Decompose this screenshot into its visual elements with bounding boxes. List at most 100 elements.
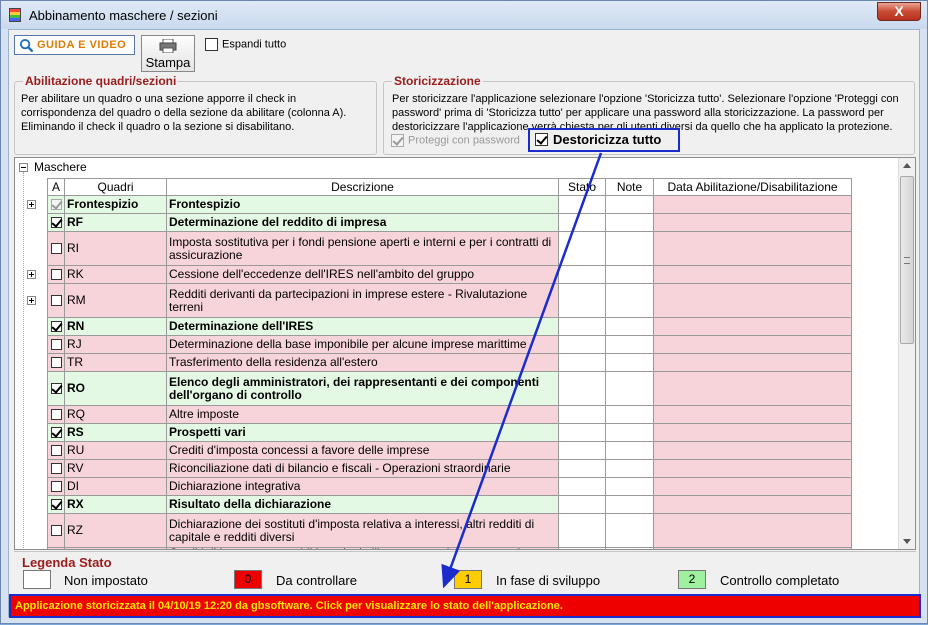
note-cell[interactable] (605, 231, 654, 266)
stato-cell[interactable] (558, 513, 606, 548)
stato-cell[interactable] (558, 371, 606, 406)
note-cell[interactable] (605, 265, 654, 284)
stato-cell[interactable] (558, 195, 606, 214)
note-cell[interactable] (605, 423, 654, 442)
table-row[interactable]: Frontespizio Frontespizio (27, 195, 852, 214)
stato-cell[interactable] (558, 547, 606, 549)
column-header[interactable]: Note (605, 178, 654, 196)
stato-cell[interactable] (558, 283, 606, 318)
row-check-cell[interactable] (47, 459, 65, 478)
table-row[interactable]: TR Trasferimento della residenza all'este… (47, 353, 852, 372)
row-check-cell[interactable] (47, 231, 65, 266)
espandi-checkbox[interactable] (205, 38, 218, 51)
table-row[interactable]: RV Riconciliazione dati di bilancio e fis… (47, 459, 852, 478)
stato-cell[interactable] (558, 335, 606, 354)
column-header[interactable]: Data Abilitazione/Disabilitazione (653, 178, 852, 196)
table-row[interactable]: RK Cessione dell'eccedenze dell'IRES nell… (27, 265, 852, 284)
stato-cell[interactable] (558, 231, 606, 266)
expand-icon[interactable] (27, 200, 36, 209)
note-cell[interactable] (605, 495, 654, 514)
abilita-checkbox[interactable] (50, 243, 62, 255)
title-bar[interactable]: Abbinamento maschere / sezioni X (1, 1, 927, 29)
table-row[interactable]: RF Determinazione del reddito di impresa (47, 213, 852, 232)
expand-icon[interactable] (27, 296, 36, 305)
destoricizza-tutto[interactable]: Destoricizza tutto (528, 128, 680, 152)
abilita-checkbox[interactable] (50, 445, 62, 457)
abilita-checkbox[interactable] (50, 409, 62, 421)
abilita-checkbox[interactable] (50, 217, 62, 229)
table-row[interactable]: RU Crediti d'imposta concessi a favore de… (47, 441, 852, 460)
abilita-checkbox[interactable] (50, 321, 62, 333)
stato-cell[interactable] (558, 441, 606, 460)
row-check-cell[interactable] (27, 283, 65, 318)
table-row[interactable]: RM Redditi derivanti da partecipazioni in… (27, 283, 852, 318)
row-check-cell[interactable] (47, 547, 65, 549)
stato-cell[interactable] (558, 459, 606, 478)
row-check-cell[interactable] (47, 477, 65, 496)
table-row[interactable]: Crediti di imposta per redditi prodotti … (47, 547, 852, 549)
proteggi-password[interactable]: Proteggi con password (391, 134, 520, 147)
abilita-checkbox[interactable] (50, 499, 62, 511)
column-header[interactable]: Stato (558, 178, 606, 196)
expand-icon[interactable] (27, 270, 36, 279)
stato-cell[interactable] (558, 317, 606, 336)
destoricizza-checkbox[interactable] (535, 133, 548, 147)
table-row[interactable]: RX Risultato della dichiarazione (47, 495, 852, 514)
stato-cell[interactable] (558, 477, 606, 496)
row-check-cell[interactable] (27, 195, 65, 214)
vertical-scrollbar[interactable] (898, 158, 915, 549)
collapse-icon[interactable] (19, 163, 28, 173)
row-check-cell[interactable] (47, 317, 65, 336)
stampa-button[interactable]: Stampa (141, 35, 195, 72)
table-row[interactable]: RO Elenco degli amministratori, dei rappr… (47, 371, 852, 406)
abilita-checkbox[interactable] (50, 427, 62, 439)
abilita-checkbox[interactable] (50, 383, 62, 395)
note-cell[interactable] (605, 213, 654, 232)
row-check-cell[interactable] (47, 423, 65, 442)
note-cell[interactable] (605, 513, 654, 548)
table-row[interactable]: RS Prospetti vari (47, 423, 852, 442)
row-check-cell[interactable] (27, 265, 65, 284)
row-check-cell[interactable] (47, 213, 65, 232)
abilita-checkbox[interactable] (50, 357, 62, 369)
note-cell[interactable] (605, 317, 654, 336)
note-cell[interactable] (605, 335, 654, 354)
stato-cell[interactable] (558, 423, 606, 442)
column-header[interactable]: Descrizione (166, 178, 559, 196)
table-row[interactable]: RI Imposta sostitutiva per i fondi pensio… (47, 231, 852, 266)
table-row[interactable]: DI Dichiarazione integrativa (47, 477, 852, 496)
table-row[interactable]: RZ Dichiarazione dei sostituti d'imposta … (47, 513, 852, 548)
stato-cell[interactable] (558, 213, 606, 232)
abilita-checkbox[interactable] (50, 269, 62, 281)
stato-cell[interactable] (558, 405, 606, 424)
row-check-cell[interactable] (47, 371, 65, 406)
abilita-checkbox[interactable] (50, 463, 62, 475)
stato-cell[interactable] (558, 495, 606, 514)
row-check-cell[interactable] (47, 441, 65, 460)
scroll-down-icon[interactable] (903, 539, 911, 544)
note-cell[interactable] (605, 459, 654, 478)
scroll-up-icon[interactable] (903, 163, 911, 168)
note-cell[interactable] (605, 371, 654, 406)
abilita-checkbox[interactable] (50, 339, 62, 351)
note-cell[interactable] (605, 441, 654, 460)
table-row[interactable]: RQ Altre imposte (47, 405, 852, 424)
note-cell[interactable] (605, 283, 654, 318)
note-cell[interactable] (605, 353, 654, 372)
tree-root[interactable]: Maschere (19, 160, 87, 174)
proteggi-checkbox[interactable] (391, 134, 404, 147)
abilita-checkbox[interactable] (50, 199, 62, 211)
abilita-checkbox[interactable] (50, 295, 62, 307)
abilita-checkbox[interactable] (50, 525, 62, 537)
row-check-cell[interactable] (47, 353, 65, 372)
note-cell[interactable] (605, 477, 654, 496)
row-check-cell[interactable] (47, 495, 65, 514)
guida-video-button[interactable]: GUIDA E VIDEO (14, 35, 135, 55)
row-check-cell[interactable] (47, 405, 65, 424)
close-button[interactable]: X (877, 2, 921, 21)
table-row[interactable]: RJ Determinazione della base imponibile p… (47, 335, 852, 354)
scroll-thumb[interactable] (900, 176, 914, 344)
row-check-cell[interactable] (47, 513, 65, 548)
column-header[interactable]: Quadri (64, 178, 167, 196)
row-check-cell[interactable] (47, 335, 65, 354)
